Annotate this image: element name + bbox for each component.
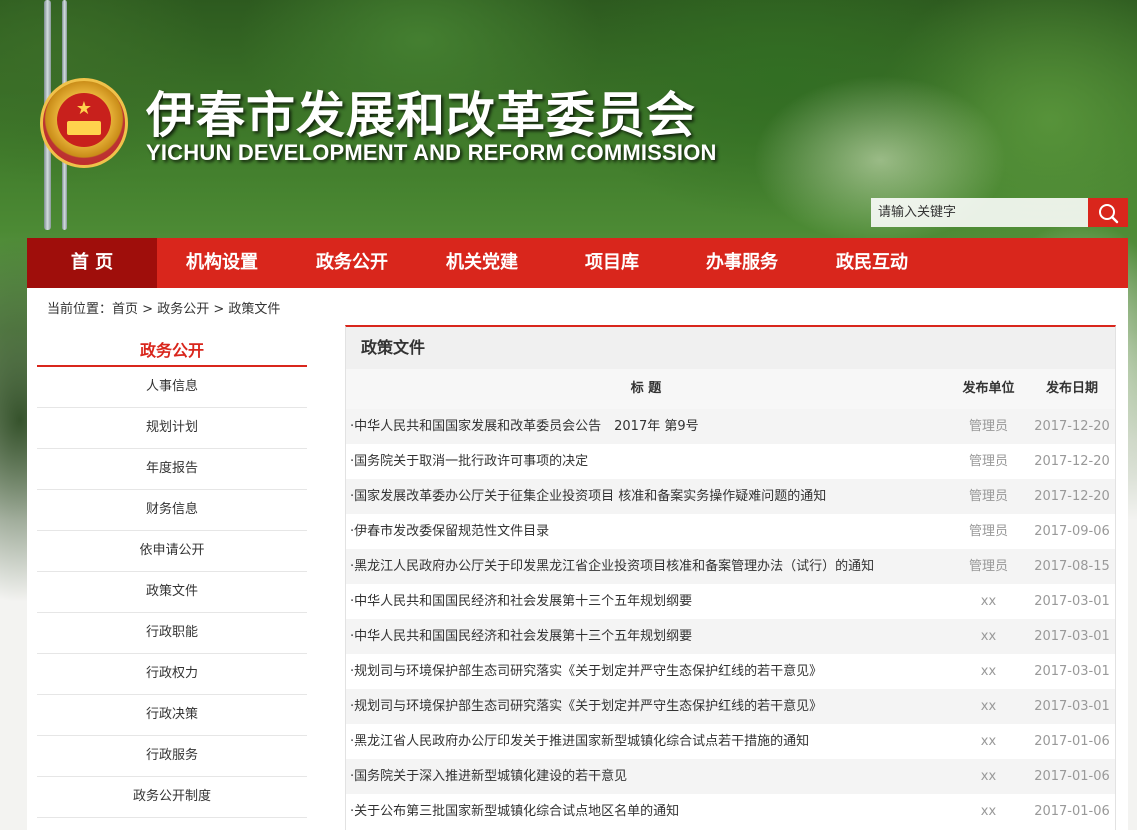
national-emblem-icon: ★★★ (40, 78, 128, 168)
document-title-link[interactable]: ·国务院关于深入推进新型城镇化建设的若干意见 (350, 759, 940, 794)
publisher-cell: xx (980, 664, 997, 679)
date-cell: 2017-12-20 (1034, 489, 1110, 504)
publisher-cell: xx (980, 629, 997, 644)
nav-organization[interactable]: 机构设置 (157, 238, 287, 288)
table-row: ·中华人民共和国国民经济和社会发展第十三个五年规划纲要 xx 2017-03-01 (346, 619, 1115, 654)
date-cell: 2017-08-15 (1034, 559, 1110, 574)
sidebar-item-personnel[interactable]: 人事信息 (37, 367, 307, 408)
breadcrumb-prefix: 当前位置： (47, 302, 113, 317)
publisher-cell: xx (980, 769, 997, 784)
search-button[interactable] (1088, 198, 1128, 227)
breadcrumb-link-home[interactable]: 首页 (112, 302, 138, 317)
sidebar-heading: 政务公开 (37, 334, 307, 367)
publisher-cell: xx (980, 594, 997, 609)
document-title-link[interactable]: ·中华人民共和国国民经济和社会发展第十三个五年规划纲要 (350, 619, 940, 654)
date-cell: 2017-09-06 (1034, 524, 1110, 539)
publisher-cell: 管理员 (968, 454, 1008, 469)
nav-services[interactable]: 办事服务 (677, 238, 807, 288)
publisher-cell: 管理员 (968, 489, 1008, 504)
nav-government-affairs[interactable]: 政务公开 (287, 238, 417, 288)
table-row: ·规划司与环境保护部生态司研究落实《关于划定并严守生态保护红线的若干意见》 xx 2… (346, 689, 1115, 724)
site-title-cn: 伊春市发展和改革委员会 (146, 87, 697, 144)
site-header: ★★★ 伊春市发展和改革委员会 YICHUN DEVELOPMENT AND R… (0, 0, 1137, 238)
table-header: 标 题 发布单位 发布日期 (346, 369, 1115, 409)
breadcrumb-separator: > (138, 302, 158, 317)
date-cell: 2017-12-20 (1034, 419, 1110, 434)
table-row: ·规划司与环境保护部生态司研究落实《关于划定并严守生态保护红线的若干意见》 xx 2… (346, 654, 1115, 689)
date-cell: 2017-01-06 (1034, 734, 1110, 749)
sidebar-item-powers[interactable]: 行政权力 (37, 654, 307, 695)
breadcrumb-current[interactable]: 政策文件 (228, 302, 280, 317)
document-title-link[interactable]: ·黑龙江省人民政府办公厅印发关于推进国家新型城镇化综合试点若干措施的通知 (350, 724, 940, 759)
table-row: ·中华人民共和国国民经济和社会发展第十三个五年规划纲要 xx 2017-03-01 (346, 584, 1115, 619)
sidebar-item-annual-report[interactable]: 年度报告 (37, 449, 307, 490)
site-title-en: YICHUN DEVELOPMENT AND REFORM COMMISSION (146, 140, 717, 165)
document-title-link[interactable]: ·规划司与环境保护部生态司研究落实《关于划定并严守生态保护红线的若干意见》 (350, 689, 940, 724)
document-list: ·中华人民共和国国家发展和改革委员会公告 2017年 第9号 管理员 2017-12… (346, 409, 1115, 829)
panel-title: 政策文件 (346, 327, 1115, 369)
column-header-date: 发布日期 (1045, 381, 1098, 396)
sidebar-item-functions[interactable]: 行政职能 (37, 613, 307, 654)
table-row: ·中华人民共和国国家发展和改革委员会公告 2017年 第9号 管理员 2017-12… (346, 409, 1115, 444)
document-title-link[interactable]: ·黑龙江人民政府办公厅关于印发黑龙江省企业投资项目核准和备案管理办法（试行）的通… (350, 549, 940, 584)
table-row: ·黑龙江人民政府办公厅关于印发黑龙江省企业投资项目核准和备案管理办法（试行）的通… (346, 549, 1115, 584)
table-row: ·关于公布第三批国家新型城镇化综合试点地区名单的通知 xx 2017-01-06 (346, 794, 1115, 829)
nav-party-building[interactable]: 机关党建 (417, 238, 547, 288)
sidebar-item-request-disclosure[interactable]: 依申请公开 (37, 531, 307, 572)
sidebar-item-disclosure-system[interactable]: 政务公开制度 (37, 777, 307, 818)
nav-project-library[interactable]: 项目库 (547, 238, 677, 288)
breadcrumb-link-affairs[interactable]: 政务公开 (157, 302, 209, 317)
sidebar-item-planning[interactable]: 规划计划 (37, 408, 307, 449)
publisher-cell: 管理员 (968, 524, 1008, 539)
sidebar-item-admin-services[interactable]: 行政服务 (37, 736, 307, 777)
date-cell: 2017-01-06 (1034, 804, 1110, 819)
nav-home[interactable]: 首 页 (27, 238, 157, 288)
document-title-link[interactable]: ·中华人民共和国国民经济和社会发展第十三个五年规划纲要 (350, 584, 940, 619)
table-row: ·国家发展改革委办公厅关于征集企业投资项目 核准和备案实务操作疑难问题的通知 管理… (346, 479, 1115, 514)
date-cell: 2017-01-06 (1034, 769, 1110, 784)
document-title-link[interactable]: ·伊春市发改委保留规范性文件目录 (350, 514, 940, 549)
publisher-cell: xx (980, 699, 997, 714)
publisher-cell: xx (980, 804, 997, 819)
sidebar-item-decisions[interactable]: 行政决策 (37, 695, 307, 736)
table-row: ·伊春市发改委保留规范性文件目录 管理员 2017-09-06 (346, 514, 1115, 549)
content-area: 当前位置：首页 > 政务公开 > 政策文件 政务公开 人事信息 规划计划 年度报… (27, 288, 1128, 830)
main-nav: 首 页 机构设置 政务公开 机关党建 项目库 办事服务 政民互动 (27, 238, 1128, 288)
breadcrumb: 当前位置：首页 > 政务公开 > 政策文件 (47, 298, 280, 317)
breadcrumb-separator: > (209, 302, 229, 317)
document-title-link[interactable]: ·关于公布第三批国家新型城镇化综合试点地区名单的通知 (350, 794, 940, 829)
date-cell: 2017-03-01 (1034, 664, 1110, 679)
nav-interaction[interactable]: 政民互动 (807, 238, 937, 288)
sidebar-item-finance[interactable]: 财务信息 (37, 490, 307, 531)
column-header-title: 标 题 (630, 381, 662, 396)
date-cell: 2017-12-20 (1034, 454, 1110, 469)
search-input[interactable] (871, 198, 1088, 227)
column-header-unit: 发布单位 (962, 381, 1015, 396)
policy-list-panel: 政策文件 标 题 发布单位 发布日期 ·中华人民共和国国家发展和改革委员会公告 … (345, 325, 1116, 830)
search-box (871, 198, 1128, 227)
search-icon (1099, 204, 1119, 224)
publisher-cell: 管理员 (968, 559, 1008, 574)
document-title-link[interactable]: ·国务院关于取消一批行政许可事项的决定 (350, 444, 940, 479)
publisher-cell: xx (980, 734, 997, 749)
publisher-cell: 管理员 (968, 419, 1008, 434)
date-cell: 2017-03-01 (1034, 699, 1110, 714)
document-title-link[interactable]: ·中华人民共和国国家发展和改革委员会公告 2017年 第9号 (350, 409, 940, 444)
document-title-link[interactable]: ·国家发展改革委办公厅关于征集企业投资项目 核准和备案实务操作疑难问题的通知 (350, 479, 940, 514)
table-row: ·国务院关于深入推进新型城镇化建设的若干意见 xx 2017-01-06 (346, 759, 1115, 794)
sidebar-item-policy-documents[interactable]: 政策文件 (37, 572, 307, 613)
date-cell: 2017-03-01 (1034, 594, 1110, 609)
document-title-link[interactable]: ·规划司与环境保护部生态司研究落实《关于划定并严守生态保护红线的若干意见》 (350, 654, 940, 689)
sidebar: 政务公开 人事信息 规划计划 年度报告 财务信息 依申请公开 政策文件 行政职能… (37, 334, 307, 818)
table-row: ·国务院关于取消一批行政许可事项的决定 管理员 2017-12-20 (346, 444, 1115, 479)
date-cell: 2017-03-01 (1034, 629, 1110, 644)
table-row: ·黑龙江省人民政府办公厅印发关于推进国家新型城镇化综合试点若干措施的通知 xx 20… (346, 724, 1115, 759)
